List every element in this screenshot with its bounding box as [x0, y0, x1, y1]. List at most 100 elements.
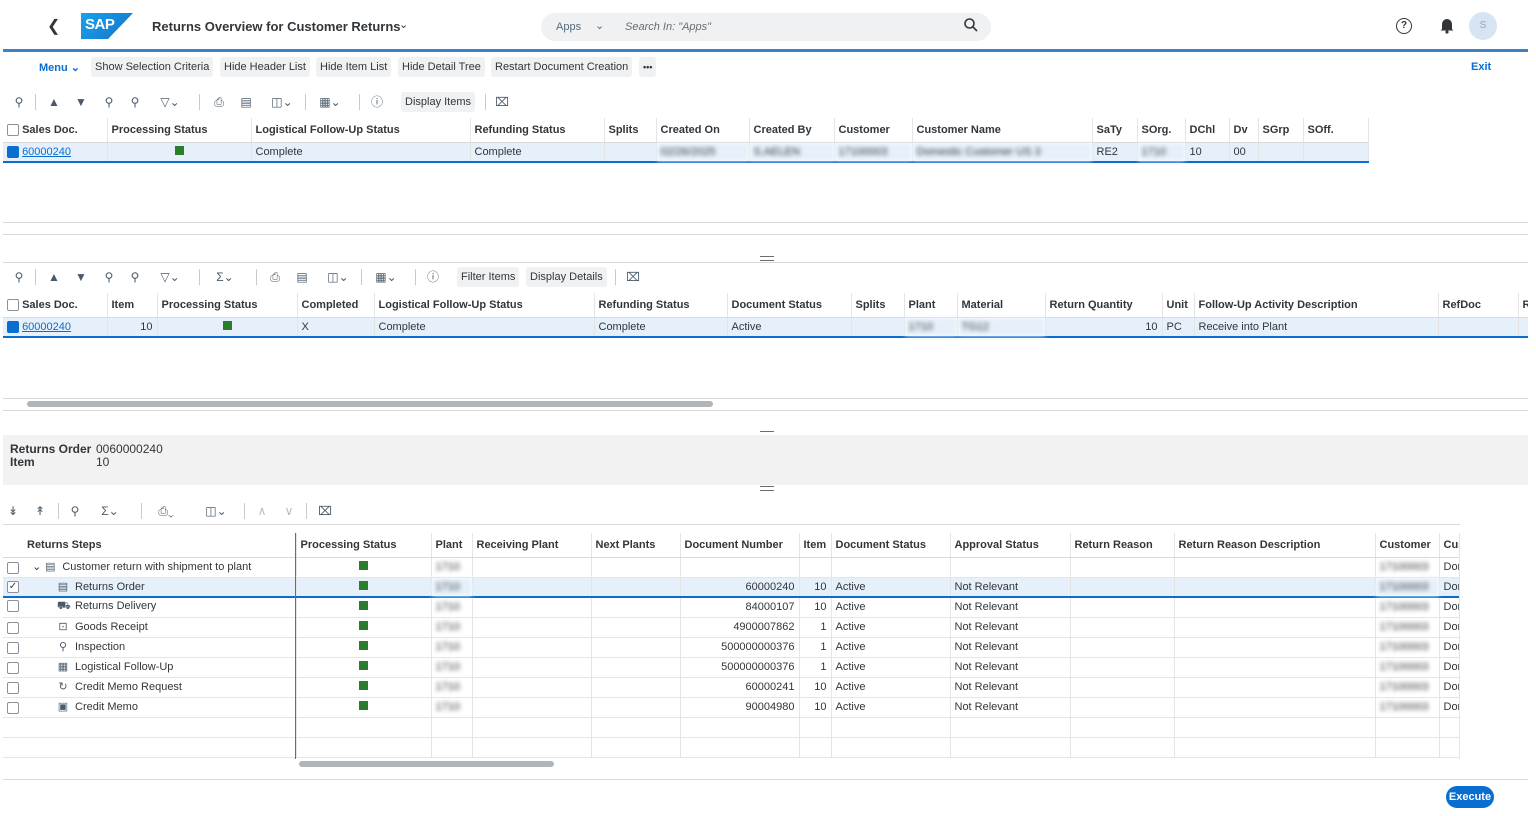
sap-logo[interactable]: SAP	[81, 13, 133, 39]
sum-icon[interactable]: Σ⌄	[208, 267, 242, 287]
exit-button[interactable]: Exit	[1471, 61, 1491, 73]
search-scope[interactable]: Apps	[556, 21, 581, 33]
column-header[interactable]: SGrp	[1258, 118, 1304, 143]
select-all-checkbox[interactable]	[7, 123, 19, 136]
app-title[interactable]: Returns Overview for Customer Returns	[152, 19, 401, 34]
column-header[interactable]: Customer Name	[912, 118, 1093, 143]
find-icon[interactable]: ⚲	[99, 92, 119, 112]
column-header[interactable]: Item	[799, 533, 832, 558]
row-checkbox[interactable]	[7, 661, 19, 674]
column-header[interactable]: Sales Doc.	[3, 293, 108, 318]
tree-node-row[interactable]: ⛟ Returns Delivery 1710 84000107 10 Active Not…	[3, 597, 1459, 618]
tree-node-parent[interactable]: ⌄ ▤ Customer return with shipment to plan…	[3, 557, 1459, 578]
export-icon[interactable]: ◫⌄	[199, 501, 233, 521]
filter-icon[interactable]: ▽⌄	[153, 267, 187, 287]
export-icon[interactable]: ◫⌄	[321, 267, 355, 287]
column-header[interactable]: Returns Steps	[3, 533, 297, 558]
info-icon[interactable]: ⓘ	[423, 267, 443, 287]
close-icon[interactable]: ⌧	[315, 501, 335, 521]
find-next-icon[interactable]: ⚲	[125, 267, 145, 287]
column-header[interactable]: Logistical Follow-Up Status	[374, 293, 595, 318]
column-header[interactable]: Cus	[1439, 533, 1459, 558]
sort-ascending-icon[interactable]: ▲	[44, 267, 64, 287]
close-icon[interactable]: ⌧	[623, 267, 643, 287]
search-icon[interactable]	[963, 17, 979, 36]
column-header[interactable]: Processing Status	[296, 533, 432, 558]
notification-bell-icon[interactable]	[1439, 16, 1455, 37]
column-header[interactable]: Re	[1518, 293, 1528, 318]
table-row[interactable]: 60000240 Complete Complete 02/26/2025 S.…	[3, 142, 1369, 163]
export-icon[interactable]: ◫⌄	[265, 92, 299, 112]
tree-node-row[interactable]: ✓ ▤ Returns Order 1710 60000240 10 Active Not R…	[3, 577, 1459, 598]
sales-doc-link[interactable]: 60000240	[22, 146, 71, 158]
row-checkbox[interactable]	[7, 681, 19, 694]
splitter-handle[interactable]	[760, 256, 774, 261]
column-header[interactable]: Material	[957, 293, 1046, 318]
zoom-icon[interactable]: ⚲	[9, 92, 29, 112]
find-icon[interactable]: ⚲	[99, 267, 119, 287]
hide-detail-tree-button[interactable]: Hide Detail Tree	[398, 57, 485, 77]
column-header[interactable]: Created By	[749, 118, 835, 143]
move-down-icon[interactable]: ∨	[279, 501, 299, 521]
column-header[interactable]: Document Status	[831, 533, 951, 558]
sort-descending-icon[interactable]: ▼	[71, 92, 91, 112]
print-preview-icon[interactable]: ▤	[292, 267, 312, 287]
more-options-button[interactable]: •••	[639, 57, 657, 77]
column-header[interactable]: DChl	[1185, 118, 1230, 143]
column-header[interactable]: Customer	[834, 118, 913, 143]
move-up-icon[interactable]: ∧	[252, 501, 272, 521]
sort-descending-icon[interactable]: ▼	[71, 267, 91, 287]
column-header[interactable]: Return Reason	[1070, 533, 1175, 558]
close-icon[interactable]: ⌧	[492, 92, 512, 112]
column-header[interactable]: Plant	[904, 293, 958, 318]
find-next-icon[interactable]: ⚲	[125, 92, 145, 112]
restart-document-creation-button[interactable]: Restart Document Creation	[491, 57, 633, 77]
zoom-icon[interactable]: ⚲	[9, 267, 29, 287]
filter-icon[interactable]: ▽⌄	[153, 92, 187, 112]
execute-button[interactable]: Execute	[1446, 786, 1494, 808]
filter-items-button[interactable]: Filter Items	[457, 267, 520, 287]
column-header[interactable]: Return Quantity	[1045, 293, 1163, 318]
table-row[interactable]: 60000240 10 X Complete Complete Active 1…	[3, 317, 1528, 338]
column-header[interactable]: SOff.	[1303, 118, 1369, 143]
info-icon[interactable]: ⓘ	[367, 92, 387, 112]
layout-icon[interactable]: ▦⌄	[313, 92, 347, 112]
column-header[interactable]: Follow-Up Activity Description	[1194, 293, 1439, 318]
collapse-chevron-icon[interactable]: ⌄	[32, 561, 41, 573]
show-selection-criteria-button[interactable]: Show Selection Criteria	[91, 57, 214, 77]
column-header[interactable]: Dv	[1229, 118, 1259, 143]
column-header[interactable]: Plant	[431, 533, 473, 558]
print-icon[interactable]: ⎙	[209, 92, 229, 112]
column-header[interactable]: Item	[107, 293, 158, 318]
layout-icon[interactable]: ▦⌄	[369, 267, 403, 287]
tree-node-row[interactable]: ↻ Credit Memo Request 1710 60000241 10 Active…	[3, 677, 1459, 698]
row-checkbox[interactable]: ✓	[7, 581, 19, 594]
row-checkbox[interactable]	[7, 600, 19, 613]
print-preview-icon[interactable]: ▤	[236, 92, 256, 112]
column-header[interactable]: Customer	[1375, 533, 1440, 558]
column-header[interactable]: Processing Status	[107, 118, 252, 143]
horizontal-scrollbar[interactable]	[27, 401, 713, 407]
column-header[interactable]: Approval Status	[950, 533, 1071, 558]
column-header[interactable]: Unit	[1162, 293, 1195, 318]
hide-header-list-button[interactable]: Hide Header List	[220, 57, 310, 77]
column-header[interactable]: SOrg.	[1137, 118, 1186, 143]
sort-ascending-icon[interactable]: ▲	[44, 92, 64, 112]
row-checkbox[interactable]	[7, 145, 19, 158]
print-icon[interactable]: ⎙⌄	[149, 501, 183, 521]
row-checkbox[interactable]	[7, 701, 19, 714]
find-icon[interactable]: ⚲	[65, 501, 85, 521]
sales-doc-link[interactable]: 60000240	[22, 321, 71, 333]
column-header[interactable]: Refunding Status	[470, 118, 605, 143]
column-header[interactable]: Completed	[297, 293, 375, 318]
hide-item-list-button[interactable]: Hide Item List	[316, 57, 392, 77]
horizontal-scrollbar[interactable]	[299, 761, 554, 767]
column-header[interactable]: RefDoc	[1438, 293, 1519, 318]
back-icon[interactable]: ❮	[47, 16, 60, 36]
column-header[interactable]: Sales Doc.	[3, 118, 108, 143]
print-icon[interactable]: ⎙	[265, 267, 285, 287]
column-header[interactable]: Document Number	[680, 533, 800, 558]
row-checkbox[interactable]	[7, 621, 19, 634]
tree-node-row[interactable]: ⊡ Goods Receipt 1710 4900007862 1 Active Not R…	[3, 617, 1459, 638]
help-icon[interactable]: ?	[1396, 18, 1412, 34]
